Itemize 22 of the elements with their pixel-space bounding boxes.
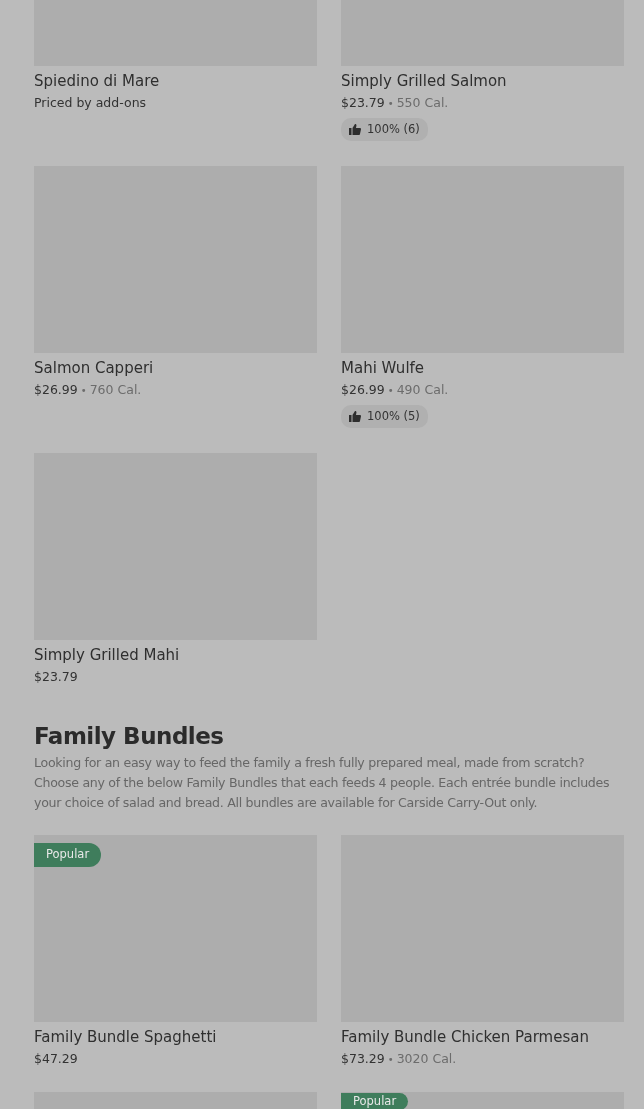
rating-text: 100% (5) [367,408,420,426]
item-price: $23.79 • 550 Cal. [341,95,450,112]
item-name: Simply Grilled Mahi [34,646,181,665]
rating-text: 100% (6) [367,121,420,138]
item-price: $26.99 • 760 Cal. [34,382,143,400]
section-description: Looking for an easy way to feed the family a fresh fully prepared meal, made from scratch? Choose any of the below Family Bundles that each feeds 4 people. Each entrée bundle includes your choice of salad and bread. All bundles are available for Carside Carry-Out only. [34,754,611,813]
item-name: Family Bundle Chicken Parmesan [341,1028,590,1047]
popular-tag: Popular [34,843,102,867]
item-name: Spiedino di Mare [34,72,161,90]
item-name: Family Bundle Spaghetti [34,1028,218,1047]
item-price: $73.29 • 3020 Cal. [341,1051,458,1069]
section-heading: Family Bundles [34,722,225,752]
item-price: Priced by add-ons [34,95,148,111]
item-name: Simply Grilled Salmon [341,72,508,90]
item-name: Mahi Wulfe [341,359,426,378]
thumbs-up-icon [349,411,361,423]
item-price: $47.29 [34,1051,79,1068]
thumbs-up-icon [349,124,361,136]
item-name: Salmon Capperi [34,359,155,378]
item-price: $23.79 [34,669,79,686]
popular-tag: Popular [341,1093,409,1109]
item-price: $26.99 • 490 Cal. [341,382,450,400]
